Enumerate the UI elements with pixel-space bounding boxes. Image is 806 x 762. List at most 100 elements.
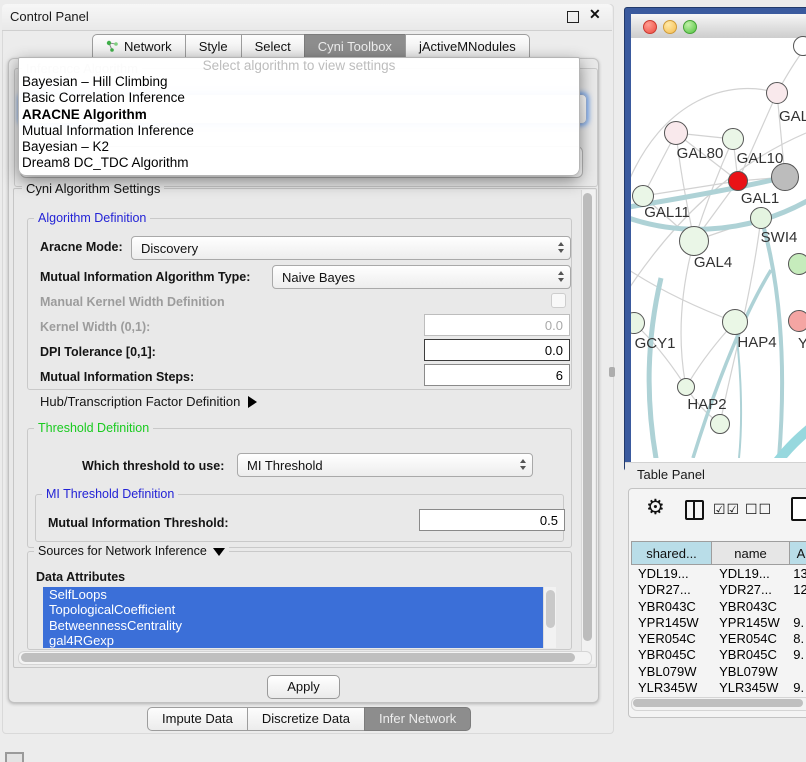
zoom-traffic-light-icon[interactable] — [683, 20, 697, 34]
table-cell: YBL079W — [631, 664, 711, 680]
apply-button[interactable]: Apply — [267, 675, 340, 699]
table-cell: YBR043C — [631, 599, 711, 615]
data-attribute-item[interactable]: BetweennessCentrality — [43, 618, 544, 633]
network-node[interactable] — [771, 163, 799, 191]
dpi-tolerance-input[interactable] — [424, 339, 570, 361]
network-node-gal1[interactable] — [728, 171, 748, 191]
network-node[interactable] — [710, 414, 730, 434]
network-node-gcy1[interactable] — [625, 312, 645, 334]
column-header-clipped[interactable]: A — [789, 541, 806, 565]
mi-threshold-input[interactable] — [419, 509, 565, 531]
bottom-left-grip[interactable] — [5, 752, 24, 762]
table-cell: YER054C — [711, 631, 789, 647]
hub-definition-toggle[interactable]: Hub/Transcription Factor Definition — [40, 394, 257, 409]
float-window-icon[interactable] — [567, 11, 579, 23]
network-node-hap2[interactable] — [677, 378, 695, 396]
network-node-hap4[interactable] — [722, 309, 748, 335]
table-row[interactable]: YBR045CYBR045C9. — [631, 647, 806, 663]
settings-horizontal-scrollbar-thumb[interactable] — [21, 653, 575, 662]
table-cell: YPR145W — [711, 615, 789, 631]
screen: Control Panel ✕ Network Style Select Cyn… — [0, 0, 806, 762]
table-cell: YLR345W — [631, 680, 711, 696]
table-cell — [789, 599, 806, 615]
unchecked-boxes-icon[interactable]: ☐☐ — [745, 501, 772, 518]
table-cell: YBR043C — [711, 599, 789, 615]
threshold-definition-label: Threshold Definition — [34, 421, 153, 435]
close-traffic-light-icon[interactable] — [643, 20, 657, 34]
algorithm-option[interactable]: Mutual Information Inference — [19, 123, 579, 139]
algorithm-option[interactable]: Bayesian – K2 — [19, 139, 579, 155]
algorithm-option[interactable]: Basic Correlation Inference — [19, 90, 579, 106]
network-node-y[interactable] — [788, 310, 806, 332]
node-label: HAP2 — [687, 396, 726, 413]
table-row[interactable]: YLR345WYLR345W9. — [631, 680, 806, 696]
aracne-mode-label: Aracne Mode: — [40, 240, 123, 254]
table-row[interactable]: YBL079WYBL079W — [631, 664, 806, 680]
network-node[interactable] — [788, 253, 806, 275]
table-row[interactable]: YDL19...YDL19...13 — [631, 566, 806, 582]
panel-splitter-handle[interactable] — [609, 367, 615, 377]
kernel-width-label: Kernel Width (0,1): — [40, 320, 150, 334]
network-node-gal4[interactable] — [679, 226, 709, 256]
algorithm-option[interactable]: Dream8 DC_TDC Algorithm — [19, 155, 579, 171]
algorithm-option[interactable]: ARACNE Algorithm — [19, 107, 579, 123]
table-cell: 13 — [789, 566, 806, 582]
columns-icon[interactable] — [685, 500, 704, 520]
table-cell: 9. — [789, 615, 806, 631]
table-horizontal-scrollbar-thumb[interactable] — [633, 699, 803, 707]
checked-boxes-icon[interactable]: ☑☑ — [713, 501, 740, 518]
table-cell: YBR045C — [711, 647, 789, 663]
gear-icon[interactable]: ⚙ — [646, 495, 665, 520]
collapsed-arrow-icon — [248, 396, 257, 408]
data-attribute-item[interactable]: gal4RGexp — [43, 633, 544, 648]
manual-kernel-width-checkbox[interactable] — [551, 293, 566, 308]
tab-discretize-data[interactable]: Discretize Data — [247, 707, 365, 731]
tab-infer-network[interactable]: Infer Network — [364, 707, 471, 731]
algorithm-definition-label: Algorithm Definition — [34, 211, 150, 225]
network-window-titlebar[interactable] — [631, 14, 806, 39]
mi-threshold-label: Mutual Information Threshold: — [48, 516, 229, 530]
list-vertical-scrollbar[interactable] — [543, 587, 556, 648]
node-label: Y — [798, 335, 806, 352]
table-row[interactable]: YER054CYER054C8. — [631, 631, 806, 647]
close-icon[interactable]: ✕ — [589, 6, 601, 23]
cyni-settings-group-label: Cyni Algorithm Settings — [22, 181, 164, 196]
combo-stepper-icon — [558, 242, 564, 253]
network-node-gal[interactable] — [766, 82, 788, 104]
which-threshold-combobox[interactable]: MI Threshold — [237, 453, 533, 477]
table-icon[interactable] — [791, 497, 806, 521]
algorithm-option[interactable]: Bayesian – Hill Climbing — [19, 74, 579, 90]
mi-algorithm-type-combobox[interactable]: Naive Bayes — [272, 265, 571, 289]
tab-impute-data[interactable]: Impute Data — [147, 707, 248, 731]
mi-steps-input[interactable] — [424, 364, 570, 386]
network-node-swi4[interactable] — [750, 207, 772, 229]
kernel-width-input[interactable] — [424, 314, 570, 336]
dpi-tolerance-label: DPI Tolerance [0,1]: — [40, 345, 156, 359]
table-cell — [789, 664, 806, 680]
table-row[interactable]: YDR27...YDR27...12 — [631, 582, 806, 598]
table-panel: ⚙ ☑☑ ☐☐ shared... name A YDL19...YDL19..… — [628, 488, 806, 718]
column-header-name[interactable]: name — [711, 541, 790, 565]
network-canvas[interactable]: GALGAL80GAL10GAL1GAL11GAL4SWI4GCY1HAP4YH… — [631, 38, 806, 458]
table-row[interactable]: YPR145WYPR145W9. — [631, 615, 806, 631]
network-view-window[interactable]: GALGAL80GAL10GAL1GAL11GAL4SWI4GCY1HAP4YH… — [625, 8, 806, 470]
node-label: GAL — [779, 108, 806, 125]
network-node-gal80[interactable] — [664, 121, 688, 145]
table-cell: 9. — [789, 647, 806, 663]
table-cell: 12 — [789, 582, 806, 598]
table-row[interactable]: YBR043CYBR043C — [631, 599, 806, 615]
sources-group-label[interactable]: Sources for Network Inference — [34, 544, 229, 558]
mi-algorithm-type-label: Mutual Information Algorithm Type: — [40, 270, 250, 284]
minimize-traffic-light-icon[interactable] — [663, 20, 677, 34]
column-header-shared-name[interactable]: shared... — [631, 541, 712, 565]
node-label: GCY1 — [635, 335, 676, 352]
aracne-mode-combobox[interactable]: Discovery — [131, 236, 571, 260]
mi-threshold-group-label: MI Threshold Definition — [42, 487, 178, 501]
settings-vertical-scrollbar-thumb[interactable] — [583, 193, 592, 641]
list-scrollbar-thumb[interactable] — [546, 590, 555, 628]
data-attribute-item[interactable]: TopologicalCoefficient — [43, 602, 544, 617]
network-node[interactable] — [793, 36, 806, 56]
data-attribute-item[interactable]: SelfLoops — [43, 587, 544, 602]
network-node-gal10[interactable] — [722, 128, 744, 150]
table-header: shared... name A — [631, 541, 806, 565]
